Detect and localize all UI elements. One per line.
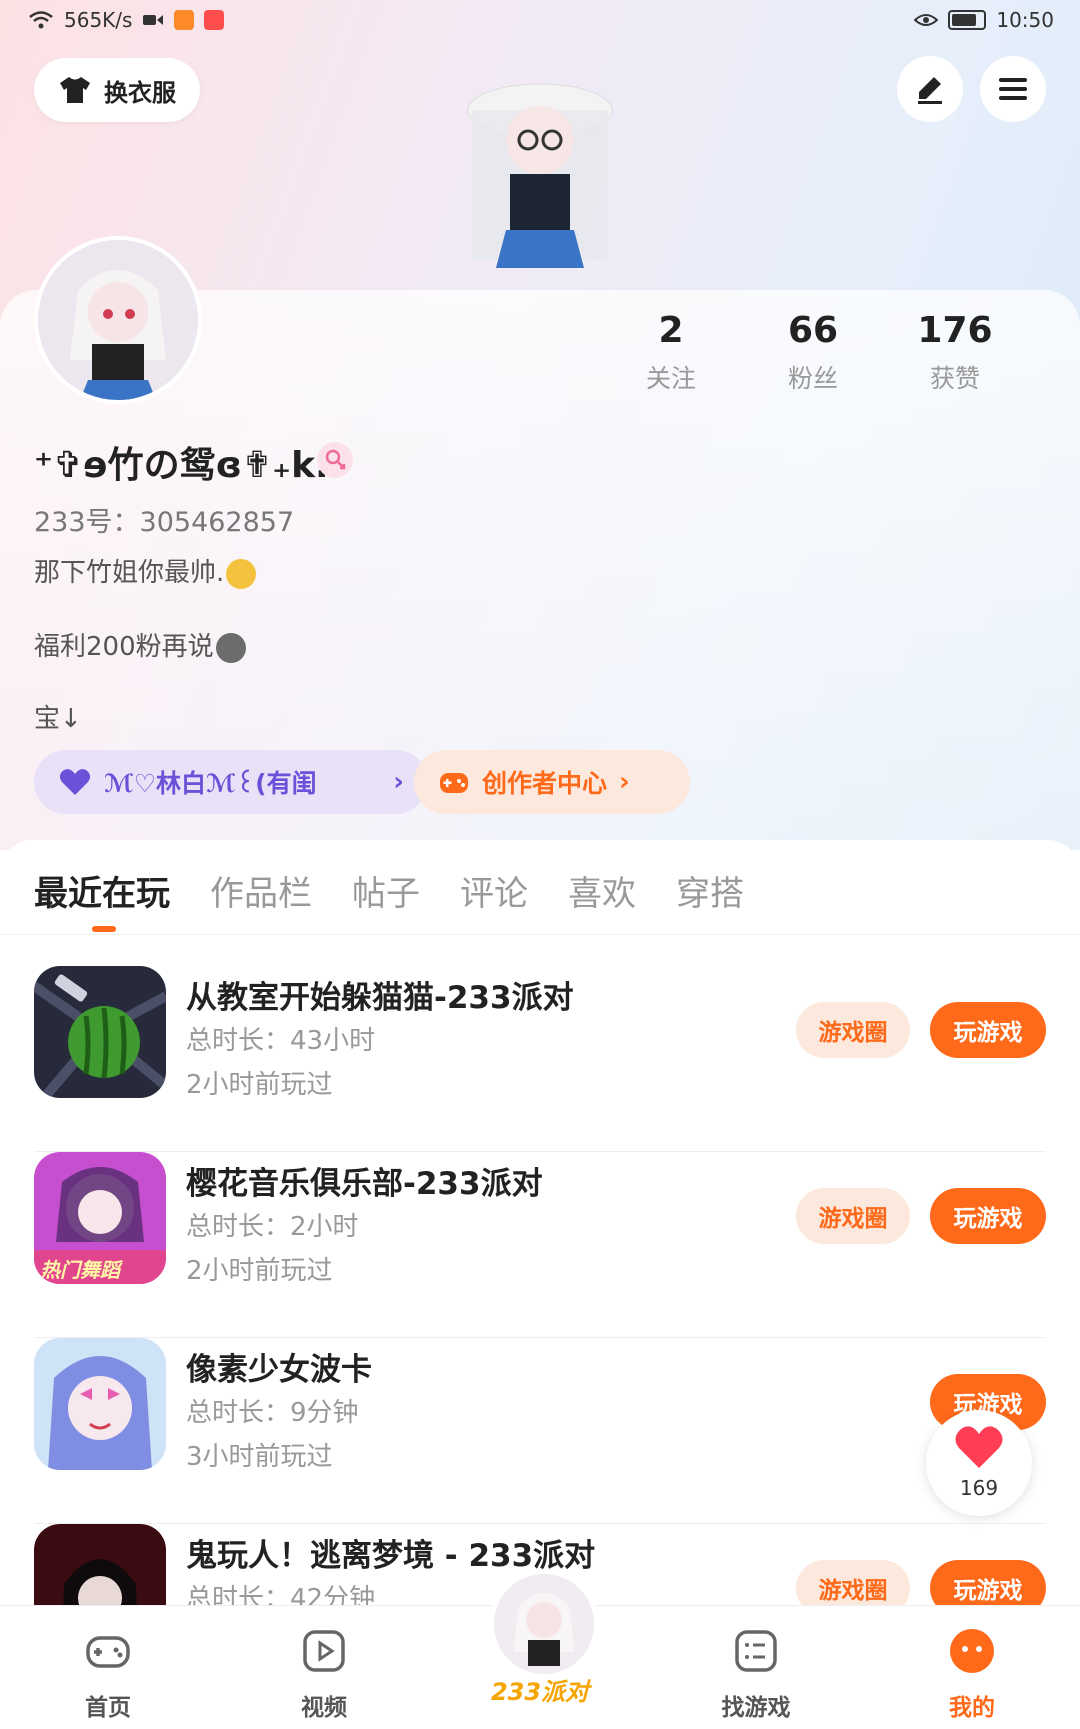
tab-outfits[interactable]: 穿搭 [676,866,744,915]
bio-text: 那下竹姐你最帅. [34,558,225,588]
nav-party-avatar[interactable] [490,1570,598,1678]
status-bar: 565K/s 10:50 [0,0,1080,44]
nav-party-label[interactable]: 233派对 [486,1672,594,1707]
nav-video[interactable]: 视频 [264,1626,384,1722]
user-avatar[interactable] [34,236,202,404]
profile-tabs: 最近在玩 作品栏 帖子 评论 喜欢 穿搭 [34,866,744,915]
creator-center-pill[interactable]: 创作者中心 › [414,750,690,814]
game-last-played: 2小时前玩过 [186,1256,333,1286]
stat-followers[interactable]: 66 粉丝 [742,310,884,395]
heart-icon [955,1426,1003,1468]
user-id: 233号：305462857 [34,507,295,538]
chevron-right-icon: › [619,767,630,797]
profile-stats: 2 关注 66 粉丝 176 获赞 [600,310,1080,395]
menu-icon [999,78,1027,100]
stat-label: 获赞 [929,364,980,393]
nav-mine[interactable]: 我的 [912,1626,1032,1722]
game-icon-pixel-girl [34,1338,166,1470]
tab-works[interactable]: 作品栏 [210,866,312,915]
game-duration: 总时长：9分钟 [186,1398,359,1428]
game-circle-button[interactable]: 游戏圈 [796,1002,910,1058]
bio-line: 宝↓ [34,698,82,735]
tab-likes[interactable]: 喜欢 [568,866,636,915]
bio-line: 那下竹姐你最帅. [34,552,257,589]
play-game-button[interactable]: 玩游戏 [930,1188,1046,1244]
list-icon [735,1630,777,1672]
nav-find-games[interactable]: 找游戏 [696,1626,816,1722]
party-avatar-image [494,1574,594,1674]
status-right: 10:50 [914,8,1054,32]
clock: 10:50 [996,8,1054,32]
status-left: 565K/s [28,8,225,32]
stat-likes[interactable]: 176 获赞 [884,310,1026,395]
stat-following[interactable]: 2 关注 [600,310,742,395]
character-avatar-figure[interactable] [430,70,650,290]
game-list-item[interactable]: 像素少女波卡 总时长：9分钟 3小时前玩过 玩游戏 [0,1338,1080,1524]
stat-label: 关注 [645,364,696,393]
game-title: 鬼玩人！逃离梦境 - 233派对 [186,1538,596,1574]
eye-icon [914,14,939,26]
tab-comments[interactable]: 评论 [460,866,528,915]
female-gender-icon [317,442,353,478]
nickname: ⁺✞ɘ竹の鸳ɞ✟₊k. [34,445,329,486]
game-icon-caption: 热门舞蹈 [40,1258,120,1282]
game-list-item[interactable]: 热门舞蹈 樱花音乐俱乐部-233派对 总时长：2小时 2小时前玩过 游戏圈 玩游… [0,1152,1080,1338]
face-emoji-icon [215,632,246,663]
stat-value: 66 [787,310,839,351]
game-duration: 总时长：2小时 [186,1212,359,1242]
gamepad-icon [440,773,468,793]
game-list-item[interactable]: 从教室开始躲猫猫-233派对 总时长：43小时 2小时前玩过 游戏圈 玩游戏 [0,966,1080,1152]
change-outfit-label: 换衣服 [104,78,176,107]
like-count: 169 [959,1476,999,1500]
nav-home[interactable]: 首页 [48,1626,168,1722]
game-last-played: 3小时前玩过 [186,1442,333,1472]
menu-button[interactable] [980,56,1046,122]
game-title: 从教室开始躲猫猫-233派对 [186,980,574,1016]
pen-icon [918,77,942,104]
app-notification-icon [204,10,225,30]
chevron-right-icon: › [393,767,404,797]
game-title: 樱花音乐俱乐部-233派对 [186,1166,543,1202]
smile-icon [950,1629,994,1673]
video-play-icon [303,1630,345,1672]
bio-line: 福利200粉再说 [34,626,246,663]
nav-label: 首页 [85,1695,131,1721]
bio-text: 宝↓ [34,704,82,734]
game-duration: 总时长：43小时 [186,1026,376,1056]
game-icon-watermelon [34,966,166,1098]
game-title: 像素少女波卡 [186,1352,372,1388]
stat-label: 粉丝 [787,364,838,393]
play-game-button[interactable]: 玩游戏 [930,1002,1046,1058]
network-speed: 565K/s [64,8,133,32]
nav-label: 找游戏 [721,1695,791,1721]
like-floating-button[interactable]: 169 [926,1410,1032,1516]
tab-posts[interactable]: 帖子 [352,866,420,915]
tshirt-icon [60,77,90,103]
divider [0,934,1080,935]
video-icon [143,15,164,25]
gamepad-icon [86,1636,130,1668]
stat-value: 176 [917,310,993,351]
game-last-played: 2小时前玩过 [186,1070,333,1100]
change-outfit-button[interactable]: 换衣服 [34,58,200,122]
nav-label: 我的 [949,1695,995,1721]
avatar-image [38,240,198,400]
group-chat-label: ℳ♡林白ℳ꒰(有闺 [104,769,317,798]
bio-text: 福利200粉再说 [34,632,214,662]
app-notification-icon [174,10,195,30]
stat-value: 2 [658,310,684,351]
sunglasses-emoji-icon [226,558,257,589]
tab-recent-played[interactable]: 最近在玩 [34,866,170,915]
nav-label: 视频 [301,1695,347,1721]
game-icon-sakura-music: 热门舞蹈 [34,1152,166,1284]
edit-profile-button[interactable] [897,56,963,122]
heart-icon [59,769,91,795]
group-chat-pill[interactable]: ℳ♡林白ℳ꒰(有闺 › [34,750,428,814]
game-circle-button[interactable]: 游戏圈 [796,1188,910,1244]
creator-center-label: 创作者中心 [482,769,608,798]
active-tab-indicator [92,926,116,932]
battery-icon [948,10,987,30]
wifi-icon [29,11,53,29]
